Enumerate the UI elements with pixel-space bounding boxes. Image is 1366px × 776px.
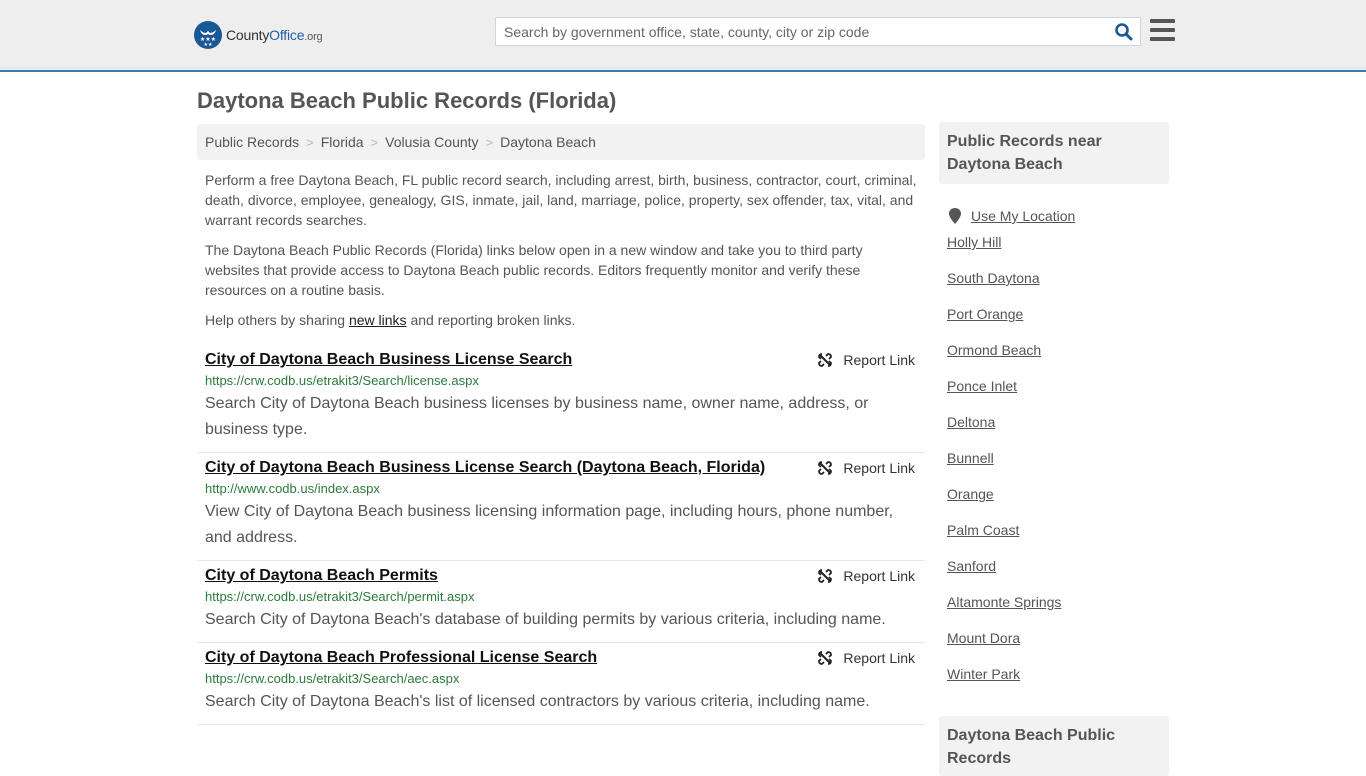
nearby-item: Mount Dora xyxy=(947,630,1161,666)
nearby-item: Sanford xyxy=(947,558,1161,594)
page-title: Daytona Beach Public Records (Florida) xyxy=(197,88,617,113)
nearby-link-altamonte-springs[interactable]: Altamonte Springs xyxy=(947,594,1061,610)
report-link-button[interactable]: Report Link xyxy=(817,352,915,368)
use-my-location-link[interactable]: Use My Location xyxy=(971,208,1075,224)
search-icon[interactable] xyxy=(1114,22,1134,42)
intro-paragraph-3: Help others by sharing new links and rep… xyxy=(205,312,576,328)
sidebar-heading: Public Records near Daytona Beach xyxy=(939,122,1169,184)
intro-paragraph-2: The Daytona Beach Public Records (Florid… xyxy=(205,242,863,298)
breadcrumb: Public Records > Florida > Volusia Count… xyxy=(197,124,925,160)
search-box xyxy=(495,17,1141,46)
map-pin-icon xyxy=(949,208,961,224)
broken-link-icon xyxy=(818,651,833,665)
breadcrumb-separator: > xyxy=(485,134,494,150)
new-links-link[interactable]: new links xyxy=(349,312,407,328)
breadcrumb-florida[interactable]: Florida xyxy=(321,134,364,150)
svg-text:★★: ★★ xyxy=(204,42,213,48)
nearby-item: Holly Hill xyxy=(947,234,1161,270)
nearby-link-orange[interactable]: Orange xyxy=(947,486,994,502)
nearby-item: Ponce Inlet xyxy=(947,378,1161,414)
breadcrumb-separator: > xyxy=(370,134,379,150)
logo-text: CountyOffice.org xyxy=(226,27,323,43)
result-url: https://crw.codb.us/etrakit3/Search/perm… xyxy=(205,589,475,604)
result-description: Search City of Daytona Beach's database … xyxy=(205,611,886,628)
nearby-item: Palm Coast xyxy=(947,522,1161,558)
result-item: City of Daytona Beach Professional Licen… xyxy=(197,643,925,725)
nearby-item: South Daytona xyxy=(947,270,1161,306)
result-url: https://crw.codb.us/etrakit3/Search/aec.… xyxy=(205,671,460,686)
use-location-item: Use My Location xyxy=(947,198,1161,234)
nearby-item: Deltona xyxy=(947,414,1161,450)
result-item: City of Daytona Beach Business License S… xyxy=(197,345,925,453)
intro-text: Perform a free Daytona Beach, FL public … xyxy=(205,170,920,340)
nearby-item: Orange xyxy=(947,486,1161,522)
nearby-item: Port Orange xyxy=(947,306,1161,342)
breadcrumb-daytona-beach[interactable]: Daytona Beach xyxy=(500,134,596,150)
report-link-button[interactable]: Report Link xyxy=(817,568,915,584)
site-header: ★★★ ★★ CountyOffice.org xyxy=(0,0,1366,72)
nearby-link-ponce-inlet[interactable]: Ponce Inlet xyxy=(947,378,1017,394)
result-url: http://www.codb.us/index.aspx xyxy=(205,481,380,496)
nearby-item: Winter Park xyxy=(947,666,1161,702)
result-description: Search City of Daytona Beach business li… xyxy=(205,395,869,438)
intro-paragraph-1: Perform a free Daytona Beach, FL public … xyxy=(205,172,917,228)
sidebar: Public Records near Daytona Beach Use My… xyxy=(939,122,1169,702)
result-title-link[interactable]: City of Daytona Beach Professional Licen… xyxy=(205,647,597,669)
nearby-link-sanford[interactable]: Sanford xyxy=(947,558,996,574)
hamburger-menu-icon[interactable] xyxy=(1150,19,1175,41)
breadcrumb-volusia-county[interactable]: Volusia County xyxy=(385,134,478,150)
nearby-link-bunnell[interactable]: Bunnell xyxy=(947,450,994,466)
breadcrumb-separator: > xyxy=(306,134,314,150)
broken-link-icon xyxy=(818,353,833,367)
nearby-link-south-daytona[interactable]: South Daytona xyxy=(947,270,1040,286)
nearby-list: Use My Location Holly Hill South Daytona… xyxy=(939,184,1169,702)
nearby-link-mount-dora[interactable]: Mount Dora xyxy=(947,630,1020,646)
sidebar-heading-2: Daytona Beach Public Records xyxy=(939,716,1169,776)
nearby-link-holly-hill[interactable]: Holly Hill xyxy=(947,234,1001,250)
nearby-link-ormond-beach[interactable]: Ormond Beach xyxy=(947,342,1041,358)
nearby-link-deltona[interactable]: Deltona xyxy=(947,414,995,430)
result-title-link[interactable]: City of Daytona Beach Business License S… xyxy=(205,349,572,371)
nearby-link-winter-park[interactable]: Winter Park xyxy=(947,666,1020,682)
nearby-link-palm-coast[interactable]: Palm Coast xyxy=(947,522,1019,538)
nearby-link-port-orange[interactable]: Port Orange xyxy=(947,306,1023,322)
results-list: City of Daytona Beach Business License S… xyxy=(197,345,925,725)
nearby-item: Ormond Beach xyxy=(947,342,1161,378)
result-item: City of Daytona Beach Business License S… xyxy=(197,453,925,561)
report-link-button[interactable]: Report Link xyxy=(817,460,915,476)
search-input[interactable] xyxy=(496,18,1106,45)
report-link-button[interactable]: Report Link xyxy=(817,650,915,666)
result-url: https://crw.codb.us/etrakit3/Search/lice… xyxy=(205,373,479,388)
breadcrumb-public-records[interactable]: Public Records xyxy=(205,134,299,150)
broken-link-icon xyxy=(818,569,833,583)
result-item: City of Daytona Beach Permits Report Lin… xyxy=(197,561,925,643)
nearby-item: Bunnell xyxy=(947,450,1161,486)
result-description: Search City of Daytona Beach's list of l… xyxy=(205,693,870,710)
broken-link-icon xyxy=(818,461,833,475)
logo-eagle-icon: ★★★ ★★ xyxy=(194,21,222,49)
nearby-item: Altamonte Springs xyxy=(947,594,1161,630)
result-title-link[interactable]: City of Daytona Beach Permits xyxy=(205,565,438,587)
result-description: View City of Daytona Beach business lice… xyxy=(205,503,894,546)
result-title-link[interactable]: City of Daytona Beach Business License S… xyxy=(205,457,765,479)
logo-link[interactable]: ★★★ ★★ CountyOffice.org xyxy=(194,21,323,49)
